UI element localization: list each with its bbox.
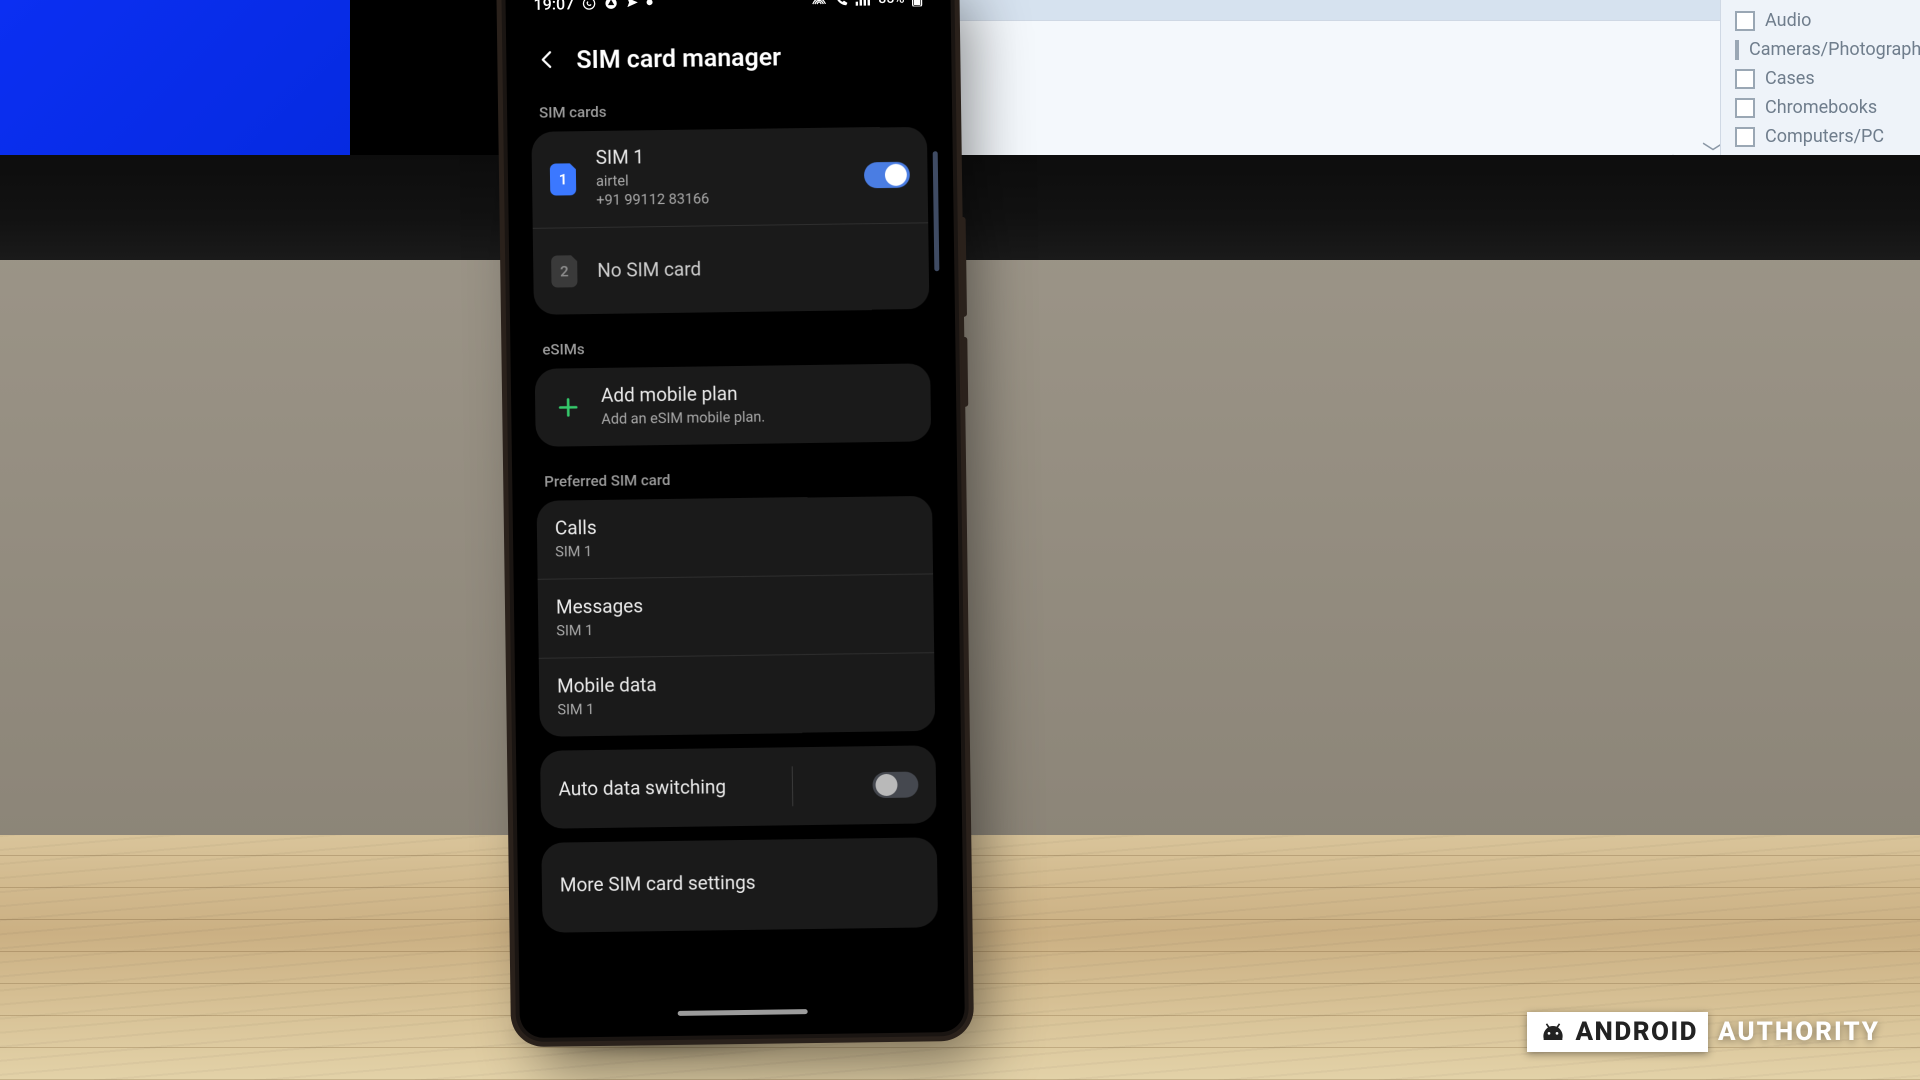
- auto-data-switching-card: Auto data switching: [540, 745, 937, 828]
- sim-badge-icon: 1: [550, 163, 576, 195]
- more-sim-settings[interactable]: More SIM card settings: [541, 837, 938, 932]
- sim-slot-1[interactable]: 1 SIM 1 airtel +91 99112 83166: [531, 127, 928, 228]
- notification-icon: [603, 0, 618, 10]
- photo-scene: article ︿ ﹀ ⋮ Audio Cameras/Photograph C…: [0, 0, 1920, 1080]
- sidebar-check-item: Chromebooks: [1721, 93, 1920, 122]
- auto-switch-toggle[interactable]: [872, 771, 918, 798]
- sim-slot-2[interactable]: 2 No SIM card: [533, 222, 930, 315]
- page-header: SIM card manager: [520, 15, 937, 100]
- signal-icon: [855, 0, 871, 6]
- scroll-indicator: [933, 151, 940, 271]
- status-right: 85%: [810, 0, 922, 8]
- more-notifications-icon: [646, 0, 652, 5]
- sim-cards-card: 1 SIM 1 airtel +91 99112 83166 2 No SIM …: [531, 127, 929, 315]
- watermark-badge: ANDROID: [1527, 1012, 1708, 1052]
- add-mobile-plan[interactable]: Add mobile plan Add an eSIM mobile plan.: [535, 363, 932, 446]
- sim1-toggle[interactable]: [864, 162, 910, 189]
- sim-carrier: airtel: [596, 170, 709, 191]
- preferred-messages[interactable]: Messages SIM 1: [538, 573, 935, 657]
- status-left: 19:07: [533, 0, 652, 13]
- volte-icon: [810, 0, 827, 7]
- whatsapp-icon: [581, 0, 596, 11]
- pref-label: Messages: [556, 595, 643, 619]
- page-title: SIM card manager: [576, 43, 781, 75]
- call-icon: [834, 0, 848, 7]
- preferred-calls[interactable]: Calls SIM 1: [537, 496, 934, 579]
- phone-screen: 19:07: [519, 0, 950, 1024]
- phone-power-button: [961, 337, 968, 407]
- sidebar-check-item: Cases: [1721, 64, 1920, 93]
- phone: 19:07: [505, 0, 965, 1038]
- more-sim-settings-card: More SIM card settings: [541, 837, 938, 932]
- battery-icon: [911, 0, 922, 7]
- send-icon: [625, 0, 639, 10]
- watermark-text-a: ANDROID: [1575, 1017, 1698, 1047]
- watermark-text-b: AUTHORITY: [1718, 1017, 1880, 1047]
- sim-number: +91 99112 83166: [596, 190, 709, 211]
- sim-title: No SIM card: [597, 258, 701, 282]
- sidebar-check-item: Audio: [1721, 6, 1920, 35]
- more-settings-label: More SIM card settings: [560, 871, 756, 897]
- background-monitor-blue: [0, 0, 350, 180]
- esim-subtitle: Add an eSIM mobile plan.: [601, 407, 765, 429]
- battery-percent: 85%: [878, 0, 904, 7]
- sidebar-check-item: Cameras/Photograph: [1721, 35, 1920, 64]
- sim-badge-icon: 2: [551, 255, 577, 287]
- android-head-icon: [1537, 1016, 1569, 1048]
- preferred-mobile-data[interactable]: Mobile data SIM 1: [539, 652, 936, 737]
- preferred-sim-card: Calls SIM 1 Messages SIM 1 Mobile data S…: [537, 496, 936, 737]
- auto-switch-label: Auto data switching: [558, 776, 726, 801]
- pref-label: Calls: [555, 517, 597, 540]
- plus-icon: [555, 394, 581, 420]
- divider: [792, 766, 794, 806]
- esim-title: Add mobile plan: [601, 382, 765, 407]
- pref-label: Mobile data: [557, 674, 657, 698]
- section-label-preferred: Preferred SIM card: [526, 463, 942, 501]
- pref-value: SIM 1: [555, 542, 597, 562]
- sidebar-check-item: Computers/PC: [1721, 122, 1920, 151]
- pref-value: SIM 1: [556, 620, 643, 641]
- auto-data-switching[interactable]: Auto data switching: [540, 745, 937, 828]
- gesture-nav-bar[interactable]: [677, 1009, 807, 1016]
- sim-title: SIM 1: [596, 145, 709, 169]
- status-time: 19:07: [533, 0, 574, 13]
- esims-card: Add mobile plan Add an eSIM mobile plan.: [535, 363, 932, 446]
- watermark: ANDROID AUTHORITY: [1527, 1012, 1880, 1052]
- back-icon[interactable]: [536, 48, 558, 74]
- pref-value: SIM 1: [557, 699, 657, 720]
